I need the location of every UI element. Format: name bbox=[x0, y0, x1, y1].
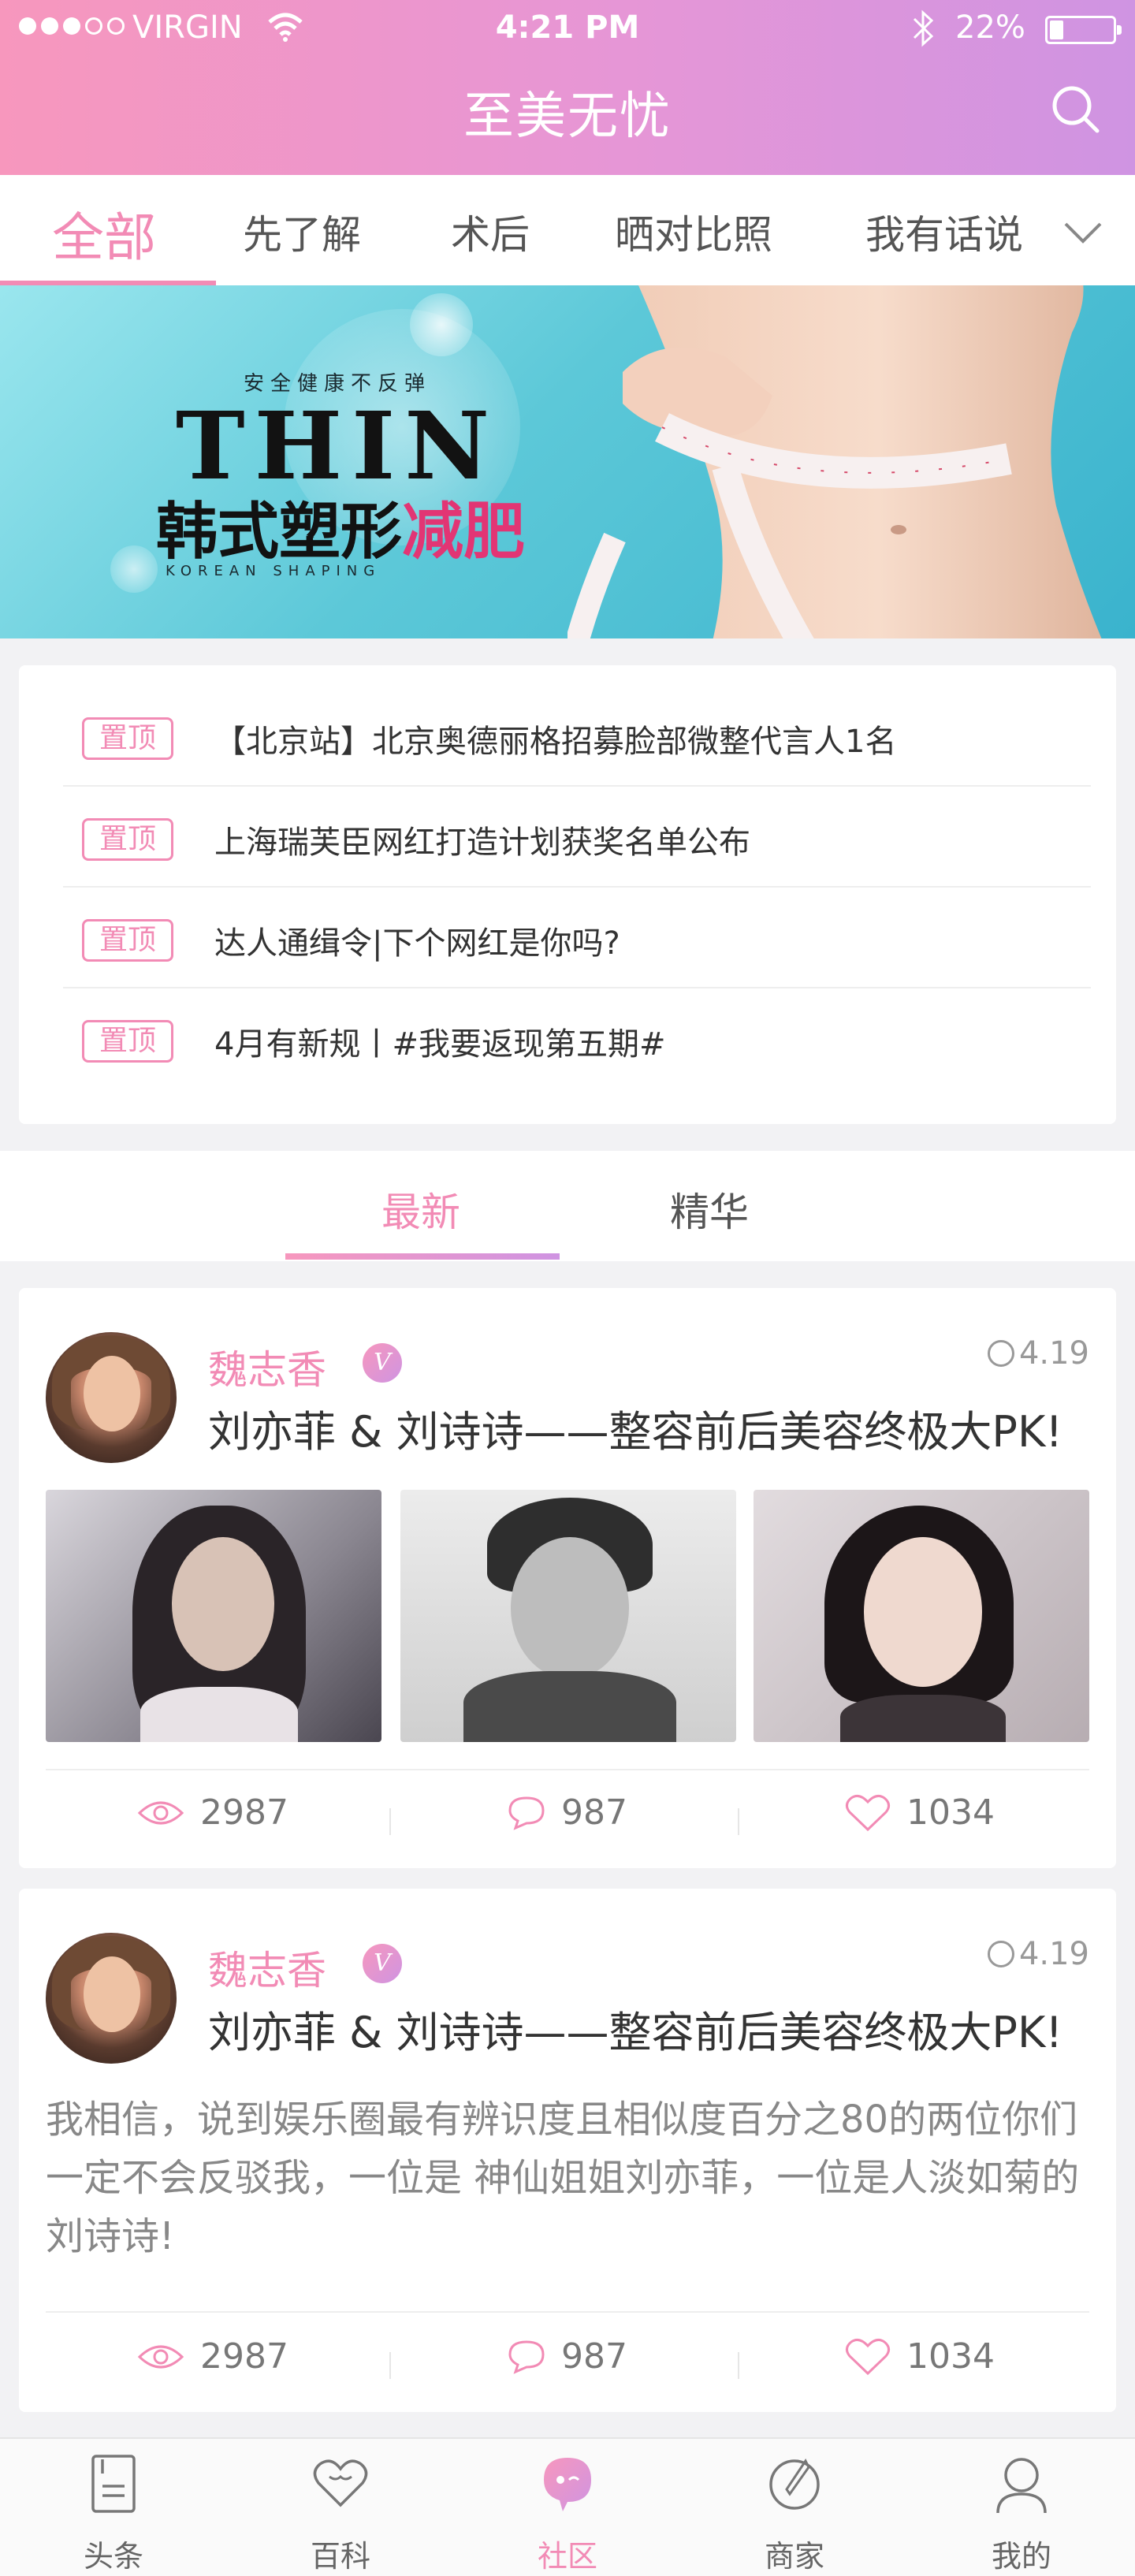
bluetooth-icon bbox=[913, 9, 934, 47]
divider bbox=[63, 787, 1091, 888]
banner-title-black: 韩式塑形 bbox=[156, 497, 403, 568]
verified-badge: V bbox=[363, 1343, 402, 1383]
comment-icon bbox=[508, 2340, 545, 2374]
app-header: VIRGIN 4:21 PM 22% 至美无忧 bbox=[0, 0, 1135, 175]
divider bbox=[46, 2311, 1089, 2313]
post-author[interactable]: 魏志香 bbox=[208, 1939, 326, 1996]
chat-bubble-icon bbox=[544, 2458, 591, 2511]
person-icon bbox=[996, 2458, 1047, 2514]
list-item[interactable]: 置顶 4月有新规丨#我要返现第五期# bbox=[38, 988, 1066, 1089]
active-tab-indicator bbox=[285, 1253, 560, 1260]
tab-i-have-something-to-say[interactable]: 我有话说 bbox=[865, 203, 1023, 260]
status-bar: VIRGIN 4:21 PM 22% bbox=[0, 0, 1135, 58]
divider bbox=[63, 888, 1091, 988]
category-tabs: 全部 先了解 术后 晒对比照 我有话说 bbox=[0, 175, 1135, 285]
tab-latest[interactable]: 最新 bbox=[381, 1181, 460, 1238]
like-button[interactable]: 1034 bbox=[845, 1792, 995, 1833]
compass-icon bbox=[769, 2459, 820, 2510]
notice-text: 4月有新规丨#我要返现第五期# bbox=[214, 1026, 666, 1063]
page-title: 至美无忧 bbox=[463, 87, 672, 146]
nav-label: 社区 bbox=[537, 2539, 597, 2574]
heart-icon bbox=[846, 2338, 890, 2375]
banner-subline: KOREAN SHAPING bbox=[166, 563, 381, 579]
tab-learn-first[interactable]: 先了解 bbox=[243, 203, 361, 260]
chevron-down-icon[interactable] bbox=[1061, 210, 1105, 254]
eye-icon bbox=[137, 2345, 184, 2368]
comment-icon bbox=[508, 1796, 545, 1830]
post-title[interactable]: 刘亦菲 & 刘诗诗——整容前后美容终极大PK! bbox=[208, 1997, 1062, 2060]
post-card[interactable]: 魏志香 V 4.19 刘亦菲 & 刘诗诗——整容前后美容终极大PK! 我相信，说… bbox=[19, 1889, 1116, 2412]
nav-label: 头条 bbox=[83, 2539, 143, 2574]
post-photos bbox=[46, 1490, 1089, 1742]
avatar[interactable] bbox=[46, 1332, 177, 1463]
nav-merchants[interactable]: 商家 bbox=[681, 2439, 908, 2576]
post-card[interactable]: 魏志香 V 4.19 刘亦菲 & 刘诗诗——整容前后美容终极大PK! 2987 bbox=[19, 1288, 1116, 1868]
view-count: 2987 bbox=[137, 1792, 288, 1833]
feed-tabs: 最新 精华 bbox=[0, 1151, 1135, 1261]
nav-label: 商家 bbox=[764, 2539, 824, 2574]
document-icon bbox=[91, 2455, 136, 2513]
heart-icon bbox=[846, 1794, 890, 1831]
nav-community[interactable]: 社区 bbox=[454, 2439, 681, 2576]
banner-title-pink: 减肥 bbox=[402, 497, 526, 568]
view-count-text: 2987 bbox=[200, 2336, 288, 2377]
tab-post-op[interactable]: 术后 bbox=[451, 203, 530, 260]
divider bbox=[46, 1769, 1089, 1770]
verified-badge: V bbox=[363, 1944, 402, 1983]
post-excerpt[interactable]: 我相信，说到娱乐圈最有辨识度且相似度百分之80的两位你们一定不会反驳我，一位是 … bbox=[46, 2090, 1089, 2265]
comment-button[interactable]: 987 bbox=[508, 2336, 627, 2377]
like-count-text: 1034 bbox=[906, 1792, 995, 1833]
nav-label: 百科 bbox=[310, 2539, 370, 2574]
view-count: 2987 bbox=[137, 2336, 288, 2377]
post-title[interactable]: 刘亦菲 & 刘诗诗——整容前后美容终极大PK! bbox=[208, 1397, 1062, 1459]
banner-cn-title: 韩式塑形减肥 bbox=[156, 482, 525, 571]
post-date: 4.19 bbox=[987, 1936, 1089, 1972]
post-date: 4.19 bbox=[987, 1335, 1089, 1372]
nav-profile[interactable]: 我的 bbox=[908, 2439, 1135, 2576]
post-date-text: 4.19 bbox=[1018, 1335, 1089, 1372]
nav-label: 我的 bbox=[991, 2539, 1051, 2574]
tab-all[interactable]: 全部 bbox=[52, 195, 156, 271]
like-button[interactable]: 1034 bbox=[845, 2336, 995, 2377]
banner-text: 安全健康不反弹 THIN 韩式塑形减肥 KOREAN SHAPING bbox=[132, 367, 542, 604]
battery-percent: 22% bbox=[955, 9, 1025, 46]
search-icon[interactable] bbox=[1048, 82, 1103, 137]
divider bbox=[63, 686, 1091, 787]
avatar[interactable] bbox=[46, 1933, 177, 2064]
promo-banner[interactable]: 安全健康不反弹 THIN 韩式塑形减肥 KOREAN SHAPING bbox=[0, 285, 1135, 638]
pinned-badge: 置顶 bbox=[82, 1020, 173, 1063]
comment-count-text: 987 bbox=[561, 1792, 627, 1833]
post-date-text: 4.19 bbox=[1018, 1936, 1089, 1972]
post-photo[interactable] bbox=[46, 1490, 381, 1742]
clock-icon bbox=[987, 1941, 1014, 1967]
post-photo[interactable] bbox=[754, 1490, 1089, 1742]
nav-headlines[interactable]: 头条 bbox=[0, 2439, 227, 2576]
post-photo[interactable] bbox=[400, 1490, 736, 1742]
heart-icon bbox=[313, 2459, 368, 2507]
battery-icon bbox=[1045, 16, 1122, 44]
bottom-navigation: 头条 百科 社区 商家 我的 bbox=[0, 2437, 1135, 2576]
nav-encyclopedia[interactable]: 百科 bbox=[227, 2439, 454, 2576]
comment-button[interactable]: 987 bbox=[508, 1792, 627, 1833]
tab-featured[interactable]: 精华 bbox=[670, 1181, 749, 1238]
tab-comparison-photos[interactable]: 晒对比照 bbox=[615, 203, 772, 260]
view-count-text: 2987 bbox=[200, 1792, 288, 1833]
comment-count-text: 987 bbox=[561, 2336, 627, 2377]
like-count-text: 1034 bbox=[906, 2336, 995, 2377]
pinned-notices: 置顶 【北京站】北京奥德丽格招募脸部微整代言人1名 置顶 上海瑞芙臣网红打造计划… bbox=[19, 665, 1116, 1124]
clock-icon bbox=[987, 1340, 1014, 1367]
post-author[interactable]: 魏志香 bbox=[208, 1338, 326, 1395]
eye-icon bbox=[137, 1801, 184, 1824]
waist-measuring-image bbox=[568, 285, 1102, 638]
